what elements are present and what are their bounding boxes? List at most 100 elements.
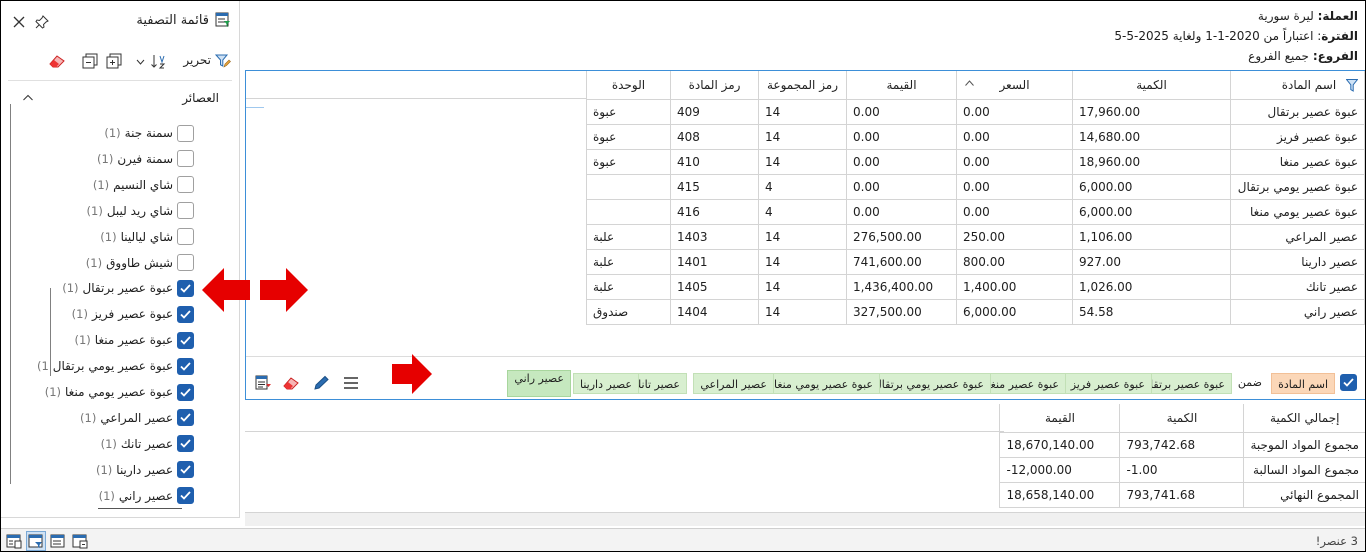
expand-all-icon[interactable] [106,53,122,69]
cell-item-name: عصير المراعي [1230,223,1365,250]
filter-item-count: (1) [74,333,91,348]
filter-checkbox[interactable] [177,357,194,375]
summary-grid[interactable]: إجمالي الكمية الكمية القيمة مجموع المواد… [245,404,1366,526]
collapse-all-icon[interactable] [82,53,98,69]
filter-item[interactable]: عبوة عصير برتقال (1) [62,276,194,300]
filter-item-label: شاي ليالينا [120,229,173,244]
table-row[interactable]: عصير دارينا 927.00 800.00 741,600.00 14 1401 ع… [586,248,1365,275]
col-header-price[interactable]: السعر [956,71,1073,100]
menu-icon[interactable] [342,376,360,390]
summary-col-value[interactable]: القيمة [999,404,1121,433]
filter-icon[interactable] [1346,78,1358,92]
table-row[interactable]: عبوة عصير يومي برتقال 6,000.00 0.00 0.00 4 41… [586,173,1365,200]
col-header-item-code[interactable]: رمز المادة [670,71,759,100]
cell-item-code: 408 [670,123,759,150]
filter-checkbox[interactable] [177,305,194,323]
filter-item-count: (1) [86,203,103,218]
filter-checkbox[interactable] [177,487,194,505]
chevron-up-icon[interactable] [22,92,34,102]
filter-item-count: (1) [104,126,121,140]
filter-item[interactable]: عصير تانك (1) [101,432,194,456]
summary-col-quantity[interactable]: الكمية [1119,404,1245,433]
table-row[interactable]: عبوة عصير يومي منغا 6,000.00 0.00 0.00 4 416 [586,198,1365,225]
group-chip[interactable]: عبوة عصير فريز [1063,373,1152,394]
table-row[interactable]: عبوة عصير فريز 14,680.00 0.00 0.00 14 408 عبوة [586,123,1365,150]
pen-icon[interactable] [312,375,330,391]
pin-icon[interactable] [34,14,50,30]
filter-item[interactable]: عصير المراعي (1) [80,406,194,430]
table-row[interactable]: عبوة عصير منغا 18,960.00 0.00 0.00 14 410 عبوة [586,148,1365,175]
filter-edit-icon[interactable] [214,53,231,69]
filter-item[interactable]: عبوة عصير يومي برتقال (1 [37,354,194,378]
filter-checkbox[interactable] [177,150,194,168]
report-icon[interactable] [254,375,272,391]
view-icon-1[interactable] [6,533,22,549]
grid-header-row: اسم المادة الكمية السعر القيمة رمز المجم… [586,71,1365,100]
cell-unit [586,173,671,200]
summary-scrollbar[interactable] [245,512,1366,526]
summary-row[interactable]: مجموع المواد الموجبة 793,742.68 18,670,140… [999,431,1366,458]
clear-filter-icon[interactable] [48,53,66,69]
filter-item[interactable]: شاي النسيم (1) [93,173,194,197]
sort-icon[interactable] [150,53,168,69]
chevron-down-icon[interactable] [136,56,145,66]
col-header-value[interactable]: القيمة [846,71,957,100]
filter-item[interactable]: عبوة عصير فريز (1) [72,302,194,326]
group-chip-selected[interactable]: عصير راني [507,370,571,397]
items-grid[interactable]: اسم المادة الكمية السعر القيمة رمز المجم… [245,70,1366,400]
filter-item[interactable]: عبوة عصير منغا (1) [74,328,194,352]
group-chip[interactable]: عبوة عصير يومي برتقال [866,373,991,394]
filter-checkbox[interactable] [177,279,194,297]
eraser-icon[interactable] [282,375,300,391]
filter-item[interactable]: سمنة فيرن (1) [97,147,194,171]
cell-item-name: عبوة عصير يومي منغا [1230,198,1365,225]
group-chip[interactable]: عبوة عصير منغا [980,373,1066,394]
group-chip[interactable]: عبوة عصير يومي منغا [767,373,880,394]
filter-item[interactable]: عصير راني (1) [99,484,194,508]
filter-item[interactable]: شاي ليالينا (1) [100,225,194,249]
summary-col-total[interactable]: إجمالي الكمية [1243,404,1366,433]
arrow-right-icon [258,266,310,314]
filter-checkbox[interactable] [177,202,194,220]
col-header-quantity[interactable]: الكمية [1072,71,1231,100]
filter-item-label: عبوة عصير يومي منغا [65,385,173,399]
branches-value: جميع الفروع [1248,49,1309,63]
cell-value: 741,600.00 [846,248,957,275]
filter-item-label: عبوة عصير فريز [91,307,173,322]
filter-checkbox[interactable] [177,409,194,427]
filter-item[interactable]: عصير دارينا (1) [96,458,194,482]
view-icon-3[interactable] [50,533,66,549]
col-header-unit[interactable]: الوحدة [586,71,671,100]
filter-checkbox[interactable] [177,461,194,479]
table-row[interactable]: عبوة عصير برتقال 17,960.00 0.00 0.00 14 409 عب… [586,98,1365,125]
close-icon[interactable] [11,14,27,30]
filter-checkbox[interactable] [177,435,194,453]
group-checkbox[interactable] [1340,374,1357,391]
table-row[interactable]: عصير راني 54.58 6,000.00 327,500.00 14 1404 صن… [586,298,1365,325]
view-icon-2[interactable] [26,531,46,551]
edit-button-label[interactable]: تحرير [183,53,211,67]
filter-checkbox[interactable] [177,176,194,194]
filter-checkbox[interactable] [177,331,194,349]
table-row[interactable]: عصير المراعي 1,106.00 250.00 276,500.00 14 14… [586,223,1365,250]
table-row[interactable]: عصير تانك 1,026.00 1,400.00 1,436,400.00 14 1… [586,273,1365,300]
filter-checkbox[interactable] [177,254,194,271]
filter-item[interactable]: سمنة جنة (1) [104,121,194,145]
col-header-item-name[interactable]: اسم المادة [1230,71,1365,100]
summary-cell-label: مجموع المواد الموجبة [1243,431,1366,458]
filter-checkbox[interactable] [177,228,194,246]
filter-item[interactable]: شيش طاووق (1) [86,251,194,275]
cell-unit [586,198,671,225]
col-header-group-code[interactable]: رمز المجموعة [758,71,847,100]
summary-row[interactable]: مجموع المواد السالبة -1.00 -12,000.00 [999,456,1366,483]
cell-quantity: 54.58 [1072,298,1231,325]
filter-checkbox[interactable] [177,124,194,142]
filter-item[interactable]: عبوة عصير يومي منغا (1) [45,380,194,404]
filter-checkbox[interactable] [177,383,194,401]
view-icon-4[interactable] [72,533,88,549]
group-chip[interactable]: عصير المراعي [693,373,774,394]
group-chip[interactable]: عصير دارينا [573,373,639,394]
group-field-chip[interactable]: اسم المادة [1271,373,1335,394]
filter-item[interactable]: شاي ريد ليبل (1) [87,199,194,223]
summary-row[interactable]: المجموع النهائي 793,741.68 18,658,140.00 [999,481,1366,508]
